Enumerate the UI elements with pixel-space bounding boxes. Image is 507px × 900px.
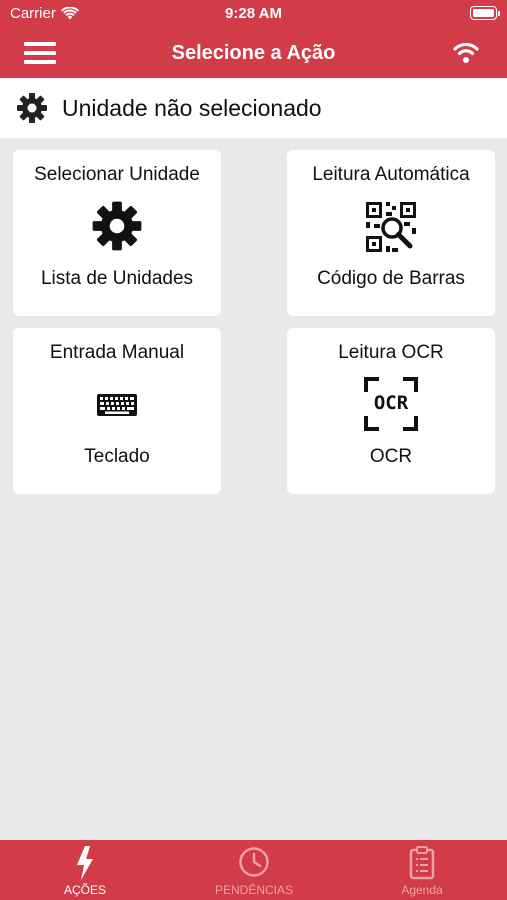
automatic-reading-card[interactable]: Leitura Automática Código de Barras xyxy=(287,150,495,316)
keyboard-icon xyxy=(97,394,137,416)
tab-actions[interactable]: AÇÕES xyxy=(15,840,155,900)
card-title: Entrada Manual xyxy=(49,342,185,363)
card-subtitle: Teclado xyxy=(84,446,150,467)
lightning-icon xyxy=(77,846,93,880)
ocr-reading-card[interactable]: Leitura OCR OCR OCR xyxy=(287,328,495,494)
tab-label: PENDÊNCIAS xyxy=(214,883,294,897)
manual-entry-card[interactable]: Entrada Manual Teclado xyxy=(13,328,221,494)
tab-pending[interactable]: PENDÊNCIAS xyxy=(184,840,324,900)
card-title: Leitura OCR xyxy=(338,342,444,363)
tab-agenda[interactable]: Agenda xyxy=(352,840,492,900)
card-title: Selecionar Unidade xyxy=(34,164,200,185)
tab-label: AÇÕES xyxy=(63,883,106,897)
card-title: Leitura Automática xyxy=(312,164,470,185)
tab-label: Agenda xyxy=(401,883,443,897)
ocr-icon: OCR xyxy=(363,376,419,432)
selected-unit-bar[interactable]: Unidade não selecionado xyxy=(0,78,507,138)
card-subtitle: Lista de Unidades xyxy=(40,268,194,289)
card-subtitle: OCR xyxy=(369,446,413,467)
navigation-bar: Selecione a Ação xyxy=(0,28,507,78)
selected-unit-label: Unidade não selecionado xyxy=(62,94,322,121)
card-subtitle: Código de Barras xyxy=(317,268,465,289)
gear-icon xyxy=(17,93,47,123)
clock-time: 9:28 AM xyxy=(225,5,282,22)
status-bar: Carrier 9:28 AM xyxy=(0,0,507,28)
qr-code-icon xyxy=(366,202,416,252)
tab-bar: AÇÕES PENDÊNCIAS Agenda xyxy=(0,840,507,900)
gear-icon xyxy=(92,201,142,251)
battery-icon xyxy=(470,6,500,20)
wifi-icon[interactable] xyxy=(451,40,481,64)
select-unit-card[interactable]: Selecionar Unidade Lista de Unidades xyxy=(13,150,221,316)
ocr-icon-text: OCR xyxy=(373,392,409,414)
clipboard-icon xyxy=(409,846,435,880)
clock-icon xyxy=(239,847,269,877)
page-title: Selecione a Ação xyxy=(171,42,336,64)
